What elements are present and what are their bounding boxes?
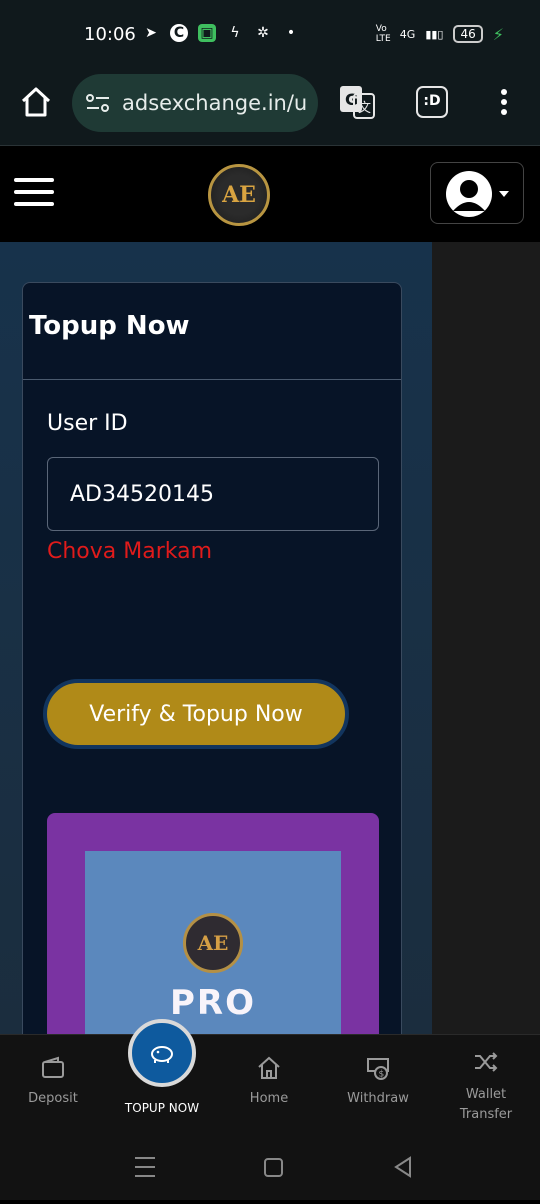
- nav-wallet-transfer[interactable]: Wallet Transfer: [441, 1049, 531, 1125]
- browser-home-icon[interactable]: [18, 84, 54, 120]
- nav-wallet-transfer-label: Wallet Transfer: [459, 1087, 513, 1122]
- nav-withdraw[interactable]: $ Withdraw: [333, 1055, 423, 1106]
- charging-icon: ϟ: [230, 25, 240, 41]
- promo-image: AE PRO: [85, 851, 341, 1041]
- nav-deposit[interactable]: Deposit: [8, 1055, 98, 1106]
- divider: [23, 379, 401, 380]
- status-time: 10:06: [84, 24, 136, 45]
- wallet-icon: [42, 1056, 64, 1078]
- status-bar: 10:06 ➤ C ▣ ϟ ✲ • Vo LTE 4G ▮▮▯ 46 ⚡: [0, 0, 540, 70]
- brand-logo[interactable]: AE: [208, 164, 270, 226]
- promo-logo: AE: [183, 913, 243, 973]
- system-back-icon[interactable]: [394, 1156, 411, 1178]
- nav-topup-button[interactable]: [128, 1019, 196, 1087]
- dot-icon: •: [286, 25, 296, 41]
- address-bar[interactable]: adsexchange.in/u: [72, 74, 318, 132]
- nav-home-label: Home: [249, 1091, 289, 1106]
- bottom-navigation: Deposit TOPUP NOW Home $ Withdraw Wallet…: [0, 1019, 540, 1134]
- site-settings-icon[interactable]: [84, 89, 112, 117]
- recents-icon[interactable]: [135, 1157, 155, 1177]
- nav-withdraw-label: Withdraw: [347, 1091, 409, 1106]
- svg-text:G: G: [345, 90, 358, 109]
- right-gutter: [432, 242, 540, 1042]
- svg-text:文: 文: [358, 101, 371, 116]
- card-title: Topup Now: [29, 311, 190, 341]
- topup-card: Topup Now User ID Chova Markam Verify & …: [22, 282, 402, 1042]
- promo-banner[interactable]: AE PRO: [47, 813, 379, 1041]
- app-green-icon: ▣: [198, 24, 216, 42]
- nav-topup-label[interactable]: TOPUP NOW: [112, 1101, 212, 1115]
- site-header: AE: [0, 146, 540, 242]
- verify-topup-button[interactable]: Verify & Topup Now: [43, 679, 349, 749]
- piggy-bank-icon: [151, 1046, 173, 1063]
- status-notification-icons: ➤ C ▣ ϟ ✲ •: [142, 24, 300, 42]
- user-id-input[interactable]: [47, 457, 379, 531]
- status-right-icons: Vo LTE 4G ▮▮▯ 46 ⚡: [376, 24, 504, 44]
- hamburger-menu-icon[interactable]: [14, 178, 54, 210]
- translate-icon[interactable]: G文: [338, 84, 376, 120]
- promo-text: PRO: [169, 983, 256, 1023]
- network-4g-icon: 4G: [399, 27, 416, 41]
- user-id-label: User ID: [47, 411, 128, 436]
- volte-icon: Vo LTE: [375, 24, 391, 44]
- system-home-icon[interactable]: [264, 1158, 283, 1177]
- signal-icon: ▮▮▯: [425, 27, 444, 41]
- system-navigation-bar: [0, 1134, 540, 1200]
- nav-home[interactable]: Home: [224, 1055, 314, 1106]
- telegram-icon: ➤: [145, 25, 157, 41]
- overflow-menu-icon[interactable]: [494, 84, 514, 124]
- tabs-switcher-button[interactable]: :D: [416, 86, 448, 118]
- verified-user-name: Chova Markam: [47, 539, 213, 564]
- app-c-icon: C: [170, 24, 188, 42]
- shuffle-icon: [475, 1052, 498, 1072]
- avatar-icon: [446, 171, 509, 217]
- browser-toolbar: adsexchange.in/u G文 :D: [0, 70, 540, 146]
- url-text: adsexchange.in/u: [122, 91, 308, 115]
- charging-bolt-icon: ⚡: [492, 24, 504, 44]
- cash-icon: $: [367, 1058, 389, 1080]
- app-wheel-icon: ✲: [257, 25, 269, 41]
- svg-text:$: $: [379, 1070, 385, 1080]
- nav-deposit-label: Deposit: [28, 1091, 78, 1106]
- battery-icon: 46: [453, 25, 483, 43]
- home-icon: [258, 1056, 280, 1079]
- profile-menu-button[interactable]: [430, 162, 524, 224]
